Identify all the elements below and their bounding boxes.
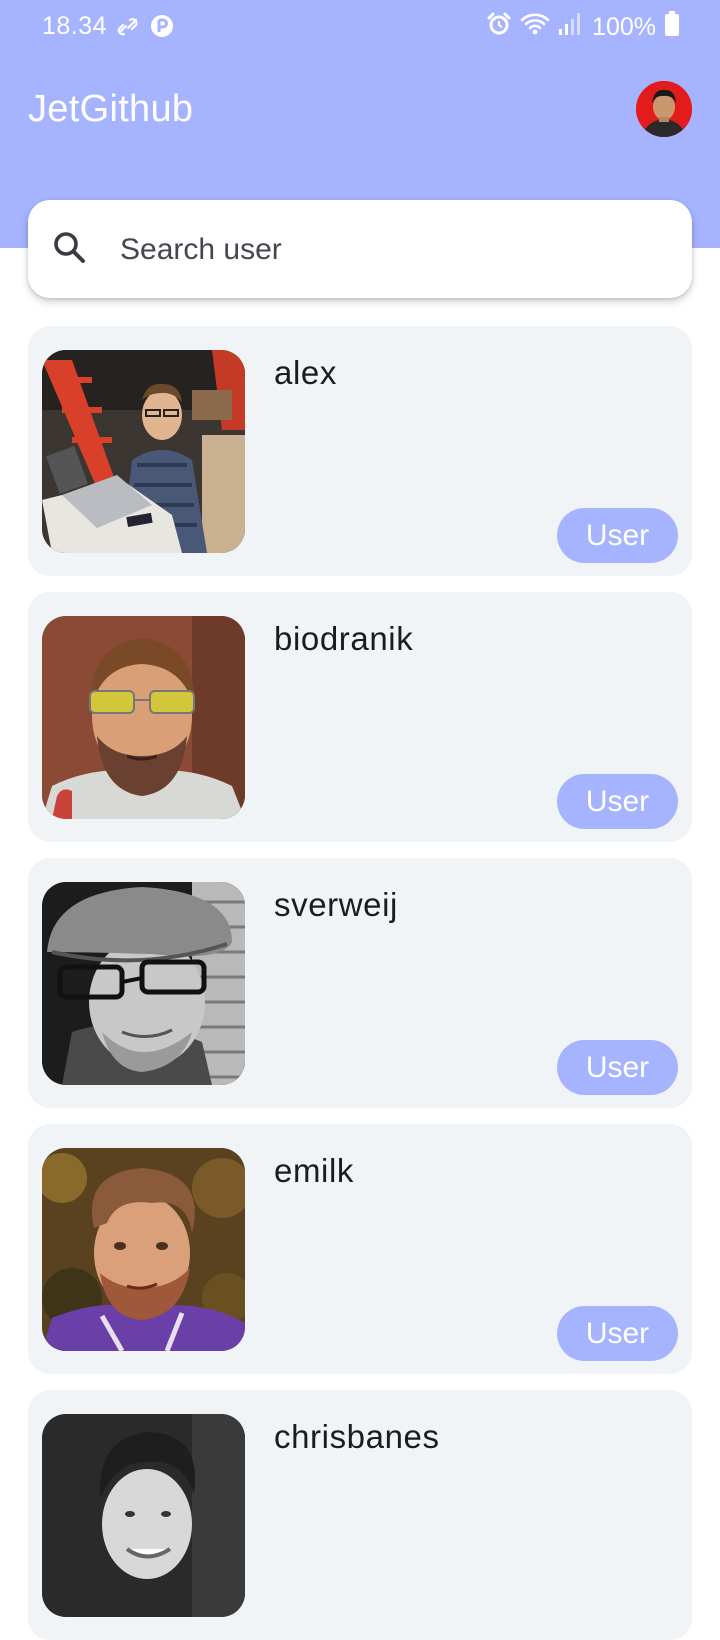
p-badge-icon	[150, 14, 174, 45]
user-name: biodranik	[274, 620, 414, 657]
user-avatar	[42, 1148, 245, 1351]
user-type-badge[interactable]: User	[557, 1306, 678, 1361]
user-avatar	[42, 882, 245, 1085]
user-name: chrisbanes	[274, 1418, 440, 1455]
battery-icon	[664, 11, 680, 44]
alarm-icon	[486, 11, 512, 44]
user-card-emilk[interactable]: emilk User	[28, 1124, 692, 1374]
profile-avatar[interactable]	[636, 81, 692, 137]
status-bar: 18.34 100%	[0, 0, 720, 56]
user-name: emilk	[274, 1152, 355, 1189]
user-avatar	[42, 350, 245, 553]
battery-percentage: 100%	[592, 13, 656, 41]
signal-icon	[558, 11, 582, 44]
status-right-icons: 100%	[486, 11, 680, 44]
status-left-icons	[116, 14, 174, 45]
search-bar[interactable]	[28, 200, 692, 298]
search-icon	[52, 230, 88, 266]
user-avatar	[42, 616, 245, 819]
user-avatar	[42, 1414, 245, 1617]
wifi-icon	[520, 11, 550, 44]
link-icon	[116, 14, 142, 45]
user-name: alex	[274, 354, 337, 391]
user-name: sverweij	[274, 886, 398, 923]
app-title: JetGithub	[28, 88, 194, 130]
search-input[interactable]	[118, 220, 662, 280]
user-card-sverweij[interactable]: sverweij User	[28, 858, 692, 1108]
user-type-badge[interactable]: User	[557, 774, 678, 829]
user-card-biodranik[interactable]: biodranik User	[28, 592, 692, 842]
user-card-chrisbanes[interactable]: chrisbanes	[28, 1390, 692, 1640]
status-time: 18.34	[42, 12, 108, 40]
user-type-badge[interactable]: User	[557, 508, 678, 563]
user-card-alex[interactable]: alex User	[28, 326, 692, 576]
user-type-badge[interactable]: User	[557, 1040, 678, 1095]
